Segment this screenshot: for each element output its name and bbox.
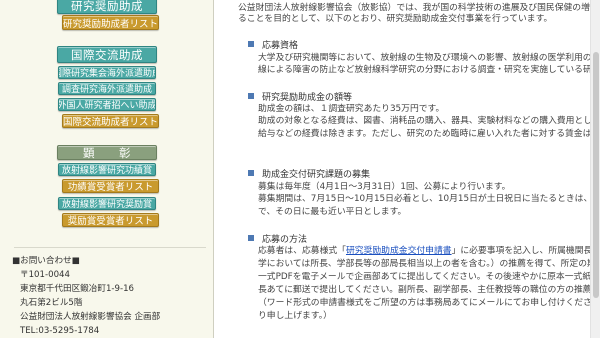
scrollbar-thumb[interactable] [593,52,599,298]
sidebar: 研究奨励助成 研究奨励助成者リスト 国際交流助成 国際研究集会海外派遣助成 調査… [0,0,213,338]
application-line-1-prefix: 応募者は、応募様式「 [258,246,346,256]
application-line-1-suffix: 」に必要事項を記入し、所属機関長（研 [451,246,590,256]
contact-postal: 〒101-0044 [20,270,70,280]
contact-block: ■お問い合わせ■ 〒101-0044 東京都千代田区鍛冶町1-9-16 丸石第2… [12,254,207,338]
heading-marker-icon [248,93,254,99]
merit-award-list-button[interactable]: 功績賞受賞者リスト [62,179,159,193]
research-grant-header[interactable]: 研究奨励助成 [57,0,157,14]
application-form-link[interactable]: 研究奨励助成金交付申請書 [346,246,452,256]
eligibility-line-2: 線による障害の防止など放射線科学研究の分野における調査・研究を実施している研究者… [258,65,590,75]
intro-line-2: ることを目的として、以下のとおり、研究奨励助成金交付事業を行っています。 [238,14,553,24]
heading-marker-icon [248,41,254,47]
application-line-6: り申し上げます。） [258,311,332,321]
heading-marker-icon [248,170,254,176]
contact-building: 丸石第2ビル5階 [20,298,83,308]
intl-item-survey[interactable]: 調査研究海外派遣助成 [58,82,156,95]
research-grant-list-button[interactable]: 研究奨励助成者リスト [62,15,159,30]
contact-title: ■お問い合わせ■ [12,256,80,266]
contact-address: 東京都千代田区鍛冶町1-9-16 [20,284,135,294]
intl-exchange-header[interactable]: 国際交流助成 [57,46,157,63]
contact-phone: TEL:03-5295-1784 [20,326,100,336]
intl-item-conference[interactable]: 国際研究集会海外派遣助成 [58,66,156,79]
recruitment-line-3: で、その日に最も近い平日とします。 [258,207,407,217]
heading-marker-icon [248,235,254,241]
award-item-encouragement[interactable]: 放射線影響研究奨励賞 [58,197,156,210]
contact-organization: 公益財団法人放射線影響協会 企画部 [20,312,161,322]
encouragement-award-list-button[interactable]: 奨励賞受賞者リスト [62,213,159,227]
award-header[interactable]: 顕 彰 [57,145,157,160]
intl-item-invitation[interactable]: 外国人研究者招へい助成 [58,98,156,111]
main-content: 公益財団法人放射線影響協会（放影協）では、我が国の科学技術の進展及び国民保健の増… [214,0,590,338]
award-item-merit[interactable]: 放射線影響研究功績賞 [58,163,156,176]
contact-divider [14,247,206,248]
intl-grant-list-button[interactable]: 国際交流助成者リスト [62,114,159,128]
grant-amount-line-3: 給与などの経費は除きます。ただし、研究のため臨時に雇い入れた者に対する賃金は助成… [258,129,590,139]
vertical-scrollbar[interactable] [590,0,600,338]
